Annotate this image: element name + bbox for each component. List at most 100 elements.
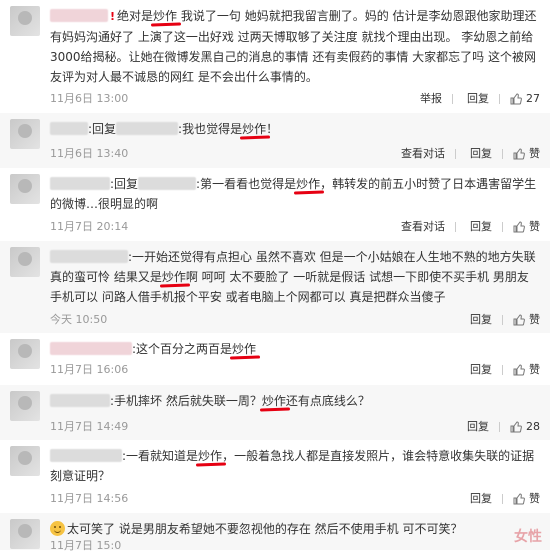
thumbs-up-icon bbox=[513, 148, 525, 160]
like-button[interactable]: 赞 bbox=[513, 218, 540, 236]
comment-item: 太可笑了 说是男朋友希望她不要忽视他的存在 然后不使用手机 可不可笑？ 11月7… bbox=[0, 513, 550, 552]
view-conversation-button[interactable]: 查看对话 bbox=[401, 218, 445, 236]
username-redacted[interactable] bbox=[50, 122, 88, 135]
reply-button[interactable]: 回复 bbox=[467, 418, 489, 436]
comment-meta: 11月6日 13:40 查看对话 回复 赞 bbox=[50, 145, 540, 163]
comment-item: :回复:第一看看也觉得是炒作，韩转发的前五小时赞了日本遇害留学生的微博…很明显的… bbox=[0, 168, 550, 242]
comment-text: :一开始还觉得有点担心 虽然不喜欢 但是一个小姑娘在人生地不熟的地方失联真的蛮可… bbox=[50, 250, 536, 304]
comment-meta: 11月7日 14:49 回复 28 bbox=[50, 418, 540, 436]
comment-item: :手机摔坏 然后就失联一周？炒作还有点底线么？ 11月7日 14:49 回复 2… bbox=[0, 385, 550, 441]
highlighted-word: 炒作 bbox=[261, 394, 286, 408]
comment-text: :回复:我也觉得是炒作！ bbox=[50, 119, 540, 139]
reply-button[interactable]: 回复 bbox=[467, 90, 489, 108]
comment-item: ! 绝对是炒作 我说了一句 她妈就把我留言删了。妈的 估计是李幼恩跟他家助理还有妈… bbox=[0, 0, 550, 114]
reply-button[interactable]: 回复 bbox=[470, 311, 492, 329]
divider bbox=[502, 315, 503, 325]
like-count: 27 bbox=[526, 92, 540, 105]
smile-emoji-icon bbox=[50, 521, 65, 536]
divider bbox=[499, 94, 500, 104]
timestamp: 11月7日 16:06 bbox=[50, 363, 129, 376]
highlighted-word: 炒作 bbox=[296, 177, 321, 191]
highlighted-word: 炒作 bbox=[161, 270, 186, 284]
timestamp: 11月7日 20:14 bbox=[50, 220, 129, 233]
username-redacted[interactable] bbox=[50, 394, 110, 407]
timestamp: 11月7日 14:56 bbox=[50, 492, 129, 505]
divider bbox=[455, 149, 456, 159]
timestamp: 11月7日 14:49 bbox=[50, 420, 129, 433]
thumbs-up-icon bbox=[510, 421, 522, 433]
comment-meta: 11月7日 15:0 bbox=[50, 537, 540, 555]
comment-text: :回复:第一看看也觉得是炒作，韩转发的前五小时赞了日本遇害留学生的微博…很明显的… bbox=[50, 177, 537, 211]
comment-text: :这个百分之两百是炒作 bbox=[50, 339, 540, 359]
timestamp: 今天 10:50 bbox=[50, 313, 108, 326]
reply-button[interactable]: 回复 bbox=[470, 361, 492, 379]
watermark: 女性 bbox=[514, 529, 542, 545]
highlighted-word: 炒作 bbox=[198, 449, 223, 463]
avatar[interactable] bbox=[10, 339, 40, 369]
like-button[interactable]: 赞 bbox=[513, 361, 540, 379]
comment-meta: 11月6日 13:00 举报 回复 27 bbox=[50, 90, 540, 108]
highlighted-word: 炒作 bbox=[232, 342, 257, 356]
avatar[interactable] bbox=[10, 519, 40, 549]
report-button[interactable]: 举报 bbox=[420, 90, 442, 108]
like-button[interactable]: 赞 bbox=[513, 490, 540, 508]
reply-button[interactable]: 回复 bbox=[470, 145, 492, 163]
comment-item: :这个百分之两百是炒作 11月7日 16:06 回复 赞 bbox=[0, 333, 550, 386]
avatar[interactable] bbox=[10, 446, 40, 476]
comment-meta: 今天 10:50 回复 赞 bbox=[50, 311, 540, 329]
username-redacted[interactable] bbox=[50, 177, 110, 190]
like-button[interactable]: 28 bbox=[510, 418, 540, 436]
divider bbox=[502, 222, 503, 232]
comment-meta: 11月7日 20:14 查看对话 回复 赞 bbox=[50, 218, 540, 236]
divider bbox=[502, 494, 503, 504]
comment-meta: 11月7日 14:56 回复 赞 bbox=[50, 490, 540, 508]
timestamp: 11月6日 13:00 bbox=[50, 92, 129, 105]
timestamp: 11月6日 13:40 bbox=[50, 147, 129, 160]
comment-item: :一看就知道是炒作，一般着急找人都是直接发照片，谁会特意收集失联的证据刻意证明？… bbox=[0, 440, 550, 514]
reply-button[interactable]: 回复 bbox=[470, 218, 492, 236]
divider bbox=[452, 94, 453, 104]
username-redacted[interactable] bbox=[50, 250, 128, 263]
thumbs-up-icon bbox=[510, 93, 522, 105]
thumbs-up-icon bbox=[513, 221, 525, 233]
timestamp: 11月7日 15:0 bbox=[50, 539, 122, 552]
thumbs-up-icon bbox=[513, 314, 525, 326]
avatar[interactable] bbox=[10, 174, 40, 204]
highlighted-word: 炒作 bbox=[153, 9, 178, 23]
thumbs-up-icon bbox=[513, 364, 525, 376]
divider bbox=[455, 222, 456, 232]
username-redacted[interactable] bbox=[50, 342, 132, 355]
like-count: 赞 bbox=[529, 313, 540, 326]
like-count: 赞 bbox=[529, 492, 540, 505]
like-button[interactable]: 27 bbox=[510, 90, 540, 108]
comment-text: :一看就知道是炒作，一般着急找人都是直接发照片，谁会特意收集失联的证据刻意证明？ bbox=[50, 449, 535, 483]
avatar[interactable] bbox=[10, 247, 40, 277]
comment-text: ! 绝对是炒作 我说了一句 她妈就把我留言删了。妈的 估计是李幼恩跟他家助理还有妈… bbox=[50, 9, 537, 84]
reply-target-redacted[interactable] bbox=[138, 177, 197, 190]
avatar[interactable] bbox=[10, 391, 40, 421]
like-count: 赞 bbox=[529, 220, 540, 233]
username-redacted[interactable] bbox=[50, 449, 122, 462]
reply-target-redacted[interactable] bbox=[116, 122, 179, 135]
like-count: 28 bbox=[526, 420, 540, 433]
comment-text: 太可笑了 说是男朋友希望她不要忽视他的存在 然后不使用手机 可不可笑？ bbox=[50, 519, 540, 539]
divider bbox=[502, 149, 503, 159]
like-button[interactable]: 赞 bbox=[513, 311, 540, 329]
reply-button[interactable]: 回复 bbox=[470, 490, 492, 508]
avatar[interactable] bbox=[10, 6, 40, 36]
comment-text: :手机摔坏 然后就失联一周？炒作还有点底线么？ bbox=[50, 391, 540, 411]
comment-item: :一开始还觉得有点担心 虽然不喜欢 但是一个小姑娘在人生地不熟的地方失联真的蛮可… bbox=[0, 241, 550, 334]
warning-icon: ! bbox=[110, 10, 116, 23]
divider bbox=[502, 365, 503, 375]
highlighted-word: 炒作 bbox=[242, 122, 267, 136]
comment-meta: 11月7日 16:06 回复 赞 bbox=[50, 361, 540, 379]
comment-item: :回复:我也觉得是炒作！ 11月6日 13:40 查看对话 回复 赞 bbox=[0, 113, 550, 169]
like-button[interactable]: 赞 bbox=[513, 145, 540, 163]
like-count: 赞 bbox=[529, 147, 540, 160]
comment-list: ! 绝对是炒作 我说了一句 她妈就把我留言删了。妈的 估计是李幼恩跟他家助理还有妈… bbox=[0, 0, 550, 552]
view-conversation-button[interactable]: 查看对话 bbox=[401, 145, 445, 163]
divider bbox=[499, 422, 500, 432]
thumbs-up-icon bbox=[513, 493, 525, 505]
username-redacted[interactable] bbox=[50, 9, 108, 22]
avatar[interactable] bbox=[10, 119, 40, 149]
